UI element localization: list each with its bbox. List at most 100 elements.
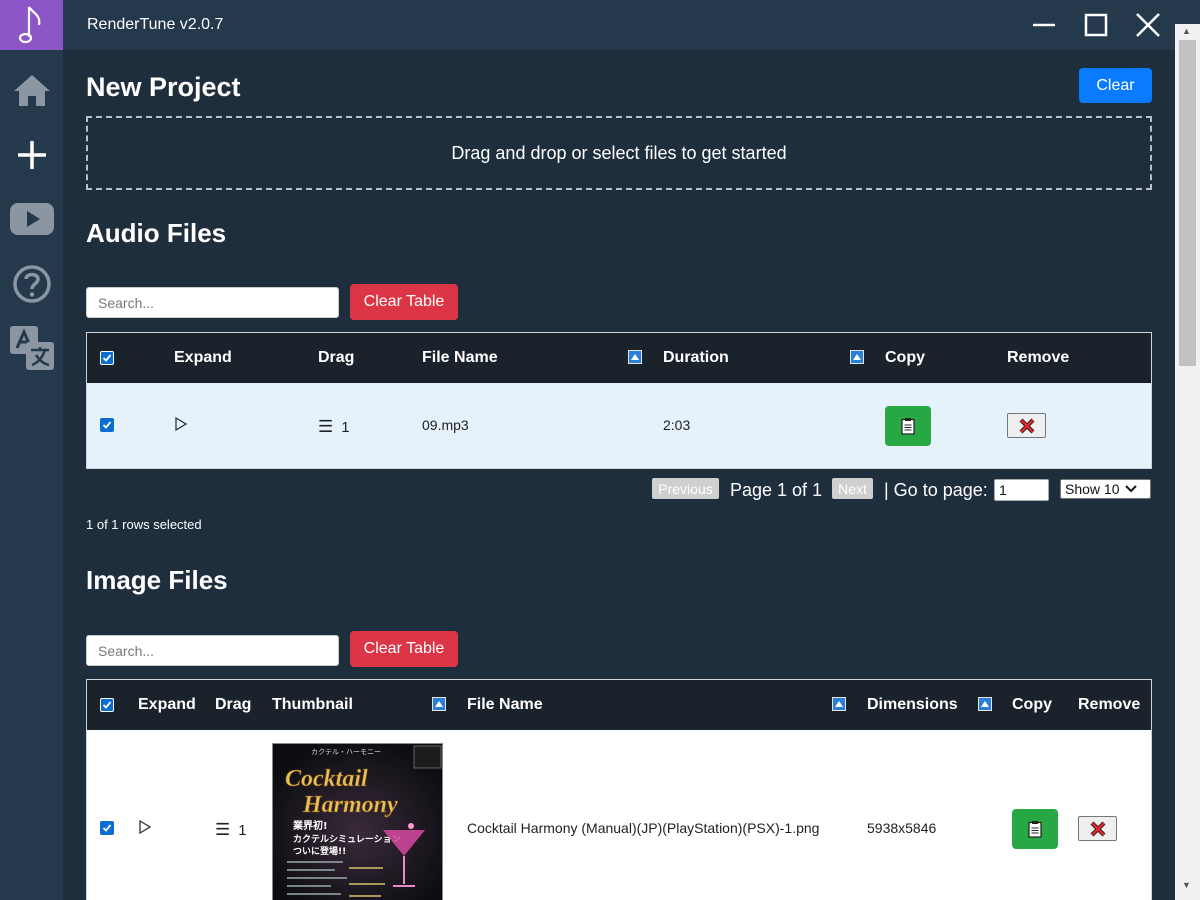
vertical-scrollbar[interactable]: ▲ ▼ [1175, 24, 1200, 900]
plus-icon [17, 141, 46, 169]
audio-col-duration: Duration [663, 349, 729, 366]
previous-page-button[interactable]: Previous [652, 478, 719, 499]
expand-arrow-icon [139, 819, 152, 835]
check-icon [102, 701, 112, 709]
thumbnail-tagline-1: 業界初! [292, 819, 328, 832]
image-col-drag: Drag [215, 696, 252, 713]
sidebar-item-help[interactable] [0, 259, 63, 309]
red-x-icon [1090, 821, 1105, 836]
row-select-cell [100, 821, 114, 835]
minimize-button[interactable] [1026, 8, 1062, 42]
drag-handle[interactable]: ☰ 1 [318, 417, 350, 437]
clipboard-icon [901, 418, 915, 435]
page-size-select[interactable]: Show 10 [1060, 479, 1151, 499]
audio-table-header: Expand Drag File Name Duration Copy Remo… [87, 333, 1151, 383]
audio-col-expand: Expand [174, 349, 232, 366]
copy-button[interactable] [1012, 809, 1058, 849]
scrollbar-thumb[interactable] [1179, 40, 1196, 366]
image-col-thumbnail: Thumbnail [272, 696, 353, 713]
image-clear-table-button[interactable]: Clear Table [350, 631, 458, 667]
image-files-heading: Image Files [86, 565, 228, 595]
table-row[interactable]: ☰ 1 09.mp3 2:03 [87, 383, 1151, 468]
check-icon [102, 824, 112, 832]
close-icon [1136, 13, 1160, 37]
image-select-all-checkbox[interactable] [100, 698, 114, 712]
audio-file-name: 09.mp3 [422, 417, 469, 433]
main-content: New Project Clear Drag and drop or selec… [63, 50, 1175, 900]
audio-col-drag: Drag [318, 349, 355, 366]
thumbnail-title-2: Harmony [302, 792, 398, 818]
drag-handle[interactable]: ☰ 1 [215, 820, 247, 840]
expand-row-button[interactable] [138, 819, 152, 835]
image-col-copy: Copy [1012, 696, 1052, 713]
remove-button[interactable] [1078, 816, 1117, 841]
translate-icon [9, 326, 54, 370]
sidebar [0, 50, 63, 900]
sort-duration-icon[interactable] [850, 350, 864, 364]
audio-col-remove: Remove [1007, 349, 1070, 366]
scroll-up-arrow-icon[interactable]: ▲ [1182, 26, 1191, 36]
go-to-page-input[interactable] [994, 479, 1049, 501]
image-thumbnail: Cocktail Harmony カクテル・ハーモニー 業界初! カクテルシミュ… [272, 743, 443, 900]
drag-index: 1 [341, 418, 350, 436]
expand-row-button[interactable] [174, 416, 188, 432]
page-title: New Project [86, 72, 241, 102]
table-row[interactable]: ☰ 1 Cocktail Harmony カクテル・ハーモニー 業界初! カクテ… [87, 730, 1151, 900]
sort-image-file-name-icon[interactable] [832, 697, 846, 711]
drag-handle-icon: ☰ [318, 417, 334, 436]
file-dropzone[interactable]: Drag and drop or select files to get sta… [86, 116, 1152, 190]
remove-cell [1007, 413, 1046, 438]
image-search-input[interactable] [86, 635, 339, 666]
audio-col-copy: Copy [885, 349, 925, 366]
page-indicator: Page 1 of 1 [730, 480, 823, 500]
row-select-cell [100, 418, 114, 432]
row-select-checkbox[interactable] [100, 418, 114, 432]
audio-select-all-checkbox[interactable] [100, 351, 114, 365]
copy-cell [885, 406, 931, 446]
minimize-icon [1033, 23, 1055, 27]
youtube-icon [9, 203, 54, 235]
maximize-icon [1084, 13, 1108, 37]
maximize-button[interactable] [1078, 8, 1114, 42]
sidebar-item-youtube[interactable] [0, 194, 63, 244]
check-icon [102, 421, 112, 429]
expand-arrow-icon [175, 416, 188, 432]
image-table: Expand Drag Thumbnail File Name Dimensio… [86, 679, 1152, 900]
image-select-all-cell [100, 680, 114, 730]
thumbnail-tagline-3: ついに登場!! [293, 845, 346, 857]
image-col-expand: Expand [138, 696, 196, 713]
image-col-remove: Remove [1078, 696, 1141, 713]
audio-clear-table-button[interactable]: Clear Table [350, 284, 458, 320]
sort-dimensions-icon[interactable] [978, 697, 992, 711]
sort-thumbnail-icon[interactable] [432, 697, 446, 711]
app-logo [0, 0, 63, 50]
next-page-button[interactable]: Next [832, 478, 873, 499]
help-icon [12, 265, 51, 303]
sort-file-name-icon[interactable] [628, 350, 642, 364]
clear-project-button[interactable]: Clear [1079, 68, 1152, 103]
sidebar-item-home[interactable] [0, 65, 63, 115]
image-dimensions: 5938x5846 [867, 820, 937, 836]
audio-search-input[interactable] [86, 287, 339, 318]
title-bar: RenderTune v2.0.7 [0, 0, 1200, 50]
image-table-header: Expand Drag Thumbnail File Name Dimensio… [87, 680, 1151, 730]
chevron-down-icon [1125, 485, 1138, 493]
sidebar-item-language[interactable] [0, 323, 63, 373]
thumbnail-tagline-2: カクテルシミュレーション [293, 834, 401, 845]
app-title: RenderTune v2.0.7 [87, 16, 224, 33]
thumbnail-top-text: カクテル・ハーモニー [311, 748, 381, 756]
image-col-dimensions: Dimensions [867, 696, 958, 713]
red-x-icon [1019, 418, 1034, 433]
copy-button[interactable] [885, 406, 931, 446]
copy-cell [1012, 809, 1058, 849]
close-window-button[interactable] [1130, 8, 1166, 42]
drag-handle-icon: ☰ [215, 820, 231, 839]
sidebar-item-new-project[interactable] [0, 130, 63, 180]
scroll-down-arrow-icon[interactable]: ▼ [1182, 880, 1191, 890]
music-note-icon [18, 6, 40, 44]
audio-table: Expand Drag File Name Duration Copy Remo… [86, 332, 1152, 469]
row-select-checkbox[interactable] [100, 821, 114, 835]
go-to-page-label: | Go to page: [884, 480, 988, 500]
remove-button[interactable] [1007, 413, 1046, 438]
thumbnail-title-1: Cocktail [285, 766, 368, 792]
